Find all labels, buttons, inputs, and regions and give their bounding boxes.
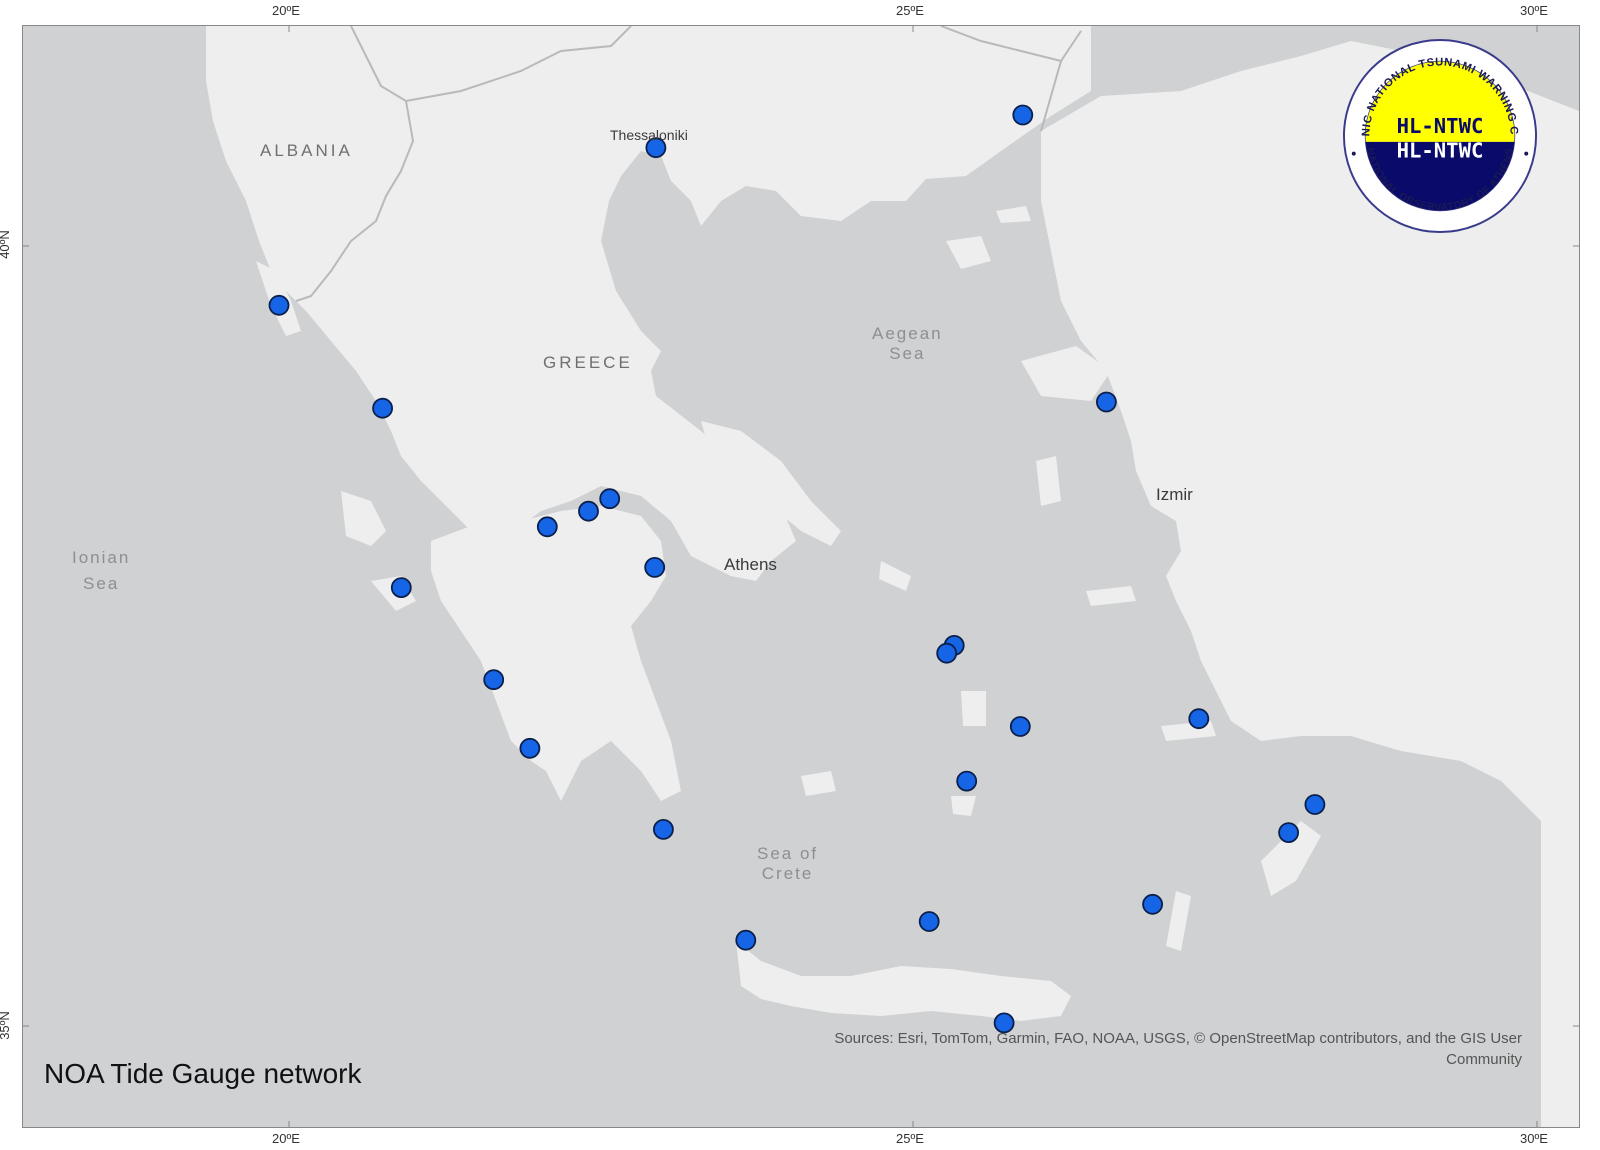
label-aegean-line1: Aegean <box>872 324 943 343</box>
tide-gauge-marker[interactable] <box>372 397 394 419</box>
tide-gauge-marker[interactable] <box>1304 794 1326 815</box>
hl-ntwc-logo: HELLENIC NATIONAL TSUNAMI WARNING CENTRE… <box>1342 38 1538 234</box>
lon-label-top-30: 30ºE <box>1520 3 1548 18</box>
tide-gauge-marker[interactable] <box>519 737 541 759</box>
tide-gauge-marker[interactable] <box>936 642 958 664</box>
tide-gauge-marker[interactable] <box>268 294 290 316</box>
tide-gauge-marker[interactable] <box>1142 893 1163 915</box>
lat-label-left-40: 40ºN <box>0 230 12 259</box>
label-thessaloniki: Thessaloniki <box>610 127 688 143</box>
map-title: NOA Tide Gauge network <box>44 1058 362 1089</box>
label-athens: Athens <box>724 555 777 574</box>
logo-acronym-top: HL-NTWC <box>1397 114 1484 138</box>
map-attribution: Sources: Esri, TomTom, Garmin, FAO, NOAA… <box>834 1030 1522 1068</box>
tide-gauge-marker[interactable] <box>483 669 505 691</box>
label-aegean-sea: Aegean Sea <box>872 324 943 364</box>
lon-label-top-20: 20ºE <box>272 3 300 18</box>
tide-gauge-marker[interactable] <box>578 500 599 522</box>
land-naxos <box>961 691 986 726</box>
tide-gauge-marker[interactable] <box>599 488 621 510</box>
tide-gauge-marker[interactable] <box>1096 391 1117 413</box>
tide-gauge-marker[interactable] <box>735 929 757 951</box>
tide-gauge-marker[interactable] <box>918 911 940 932</box>
label-crete-line2: Crete <box>761 864 814 883</box>
label-crete-line1: Sea of <box>757 844 819 863</box>
lat-label-left-35: 35ºN <box>0 1011 12 1040</box>
tide-gauge-marker[interactable] <box>1009 716 1031 737</box>
tide-gauge-marker[interactable] <box>1188 708 1210 730</box>
lon-label-bottom-30: 30ºE <box>1520 1131 1548 1146</box>
label-izmir: Izmir <box>1156 485 1193 504</box>
tide-gauge-marker[interactable] <box>536 516 558 538</box>
label-ionian-line1: Ionian <box>72 548 131 567</box>
tide-gauge-marker[interactable] <box>390 577 412 598</box>
lon-label-bottom-25: 25ºE <box>896 1131 924 1146</box>
tide-gauge-marker[interactable] <box>644 557 666 578</box>
logo-acronym-bottom: HL-NTWC <box>1397 139 1484 163</box>
label-greece: GREECE <box>543 353 633 372</box>
label-ionian-sea: Ionian Sea <box>72 545 130 597</box>
label-ionian-line2: Sea <box>83 574 120 593</box>
label-albania: ALBANIA <box>260 141 353 160</box>
tide-gauge-marker[interactable] <box>956 770 978 792</box>
tide-gauge-marker[interactable] <box>653 819 674 840</box>
tide-gauge-marker[interactable] <box>1012 104 1034 126</box>
label-aegean-line2: Sea <box>889 344 926 363</box>
label-sea-of-crete: Sea of Crete <box>757 844 818 884</box>
tide-gauge-marker[interactable] <box>1278 822 1299 843</box>
lon-label-bottom-20: 20ºE <box>272 1131 300 1146</box>
lon-label-top-25: 25ºE <box>896 3 924 18</box>
